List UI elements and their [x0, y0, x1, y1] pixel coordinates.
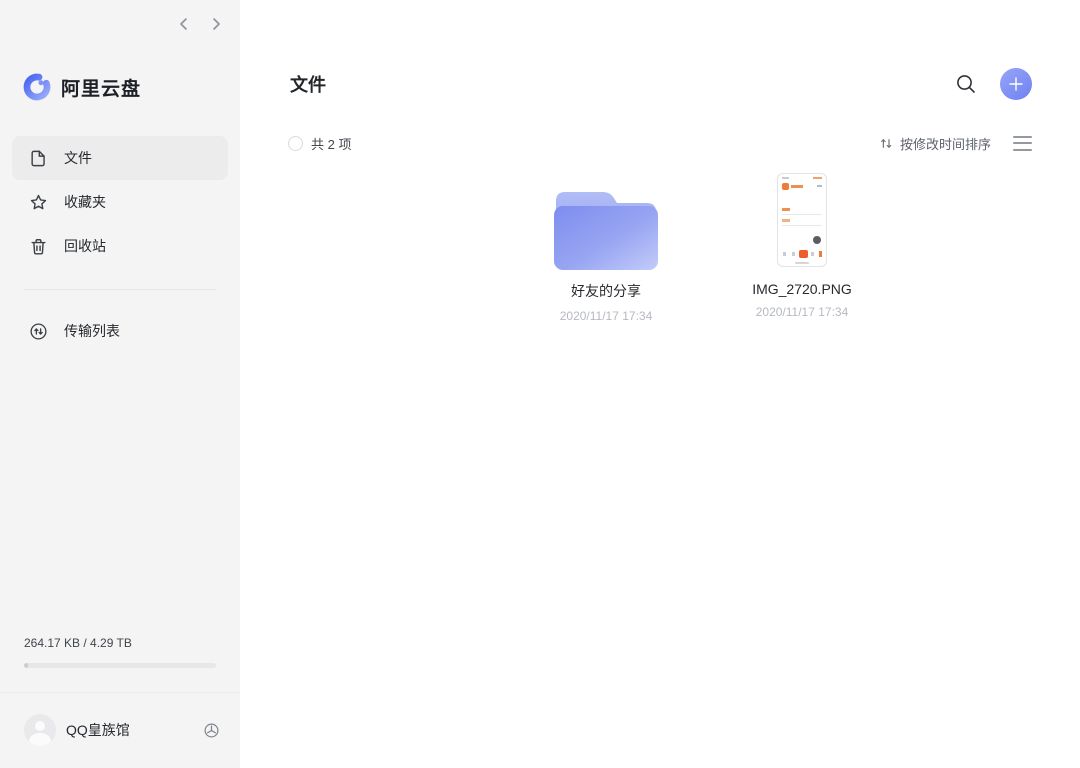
app-logo-icon	[22, 72, 52, 102]
file-icon	[29, 149, 48, 168]
sidebar-item-files[interactable]: 文件	[12, 136, 228, 180]
brand: 阿里云盘	[22, 72, 141, 102]
sidebar-item-label: 文件	[64, 150, 92, 166]
page-title: 文件	[290, 75, 326, 95]
file-date: 2020/11/17 17:34	[559, 309, 653, 323]
file-date: 2020/11/17 17:34	[755, 305, 849, 319]
back-arrow-icon[interactable]	[174, 14, 194, 34]
app-title: 阿里云盘	[61, 78, 142, 100]
sidebar-item-label: 收藏夹	[64, 194, 106, 210]
image-thumbnail	[777, 173, 827, 267]
sidebar: 阿里云盘 文件 收藏夹 回收站 传输列表 264.17 KB / 4.29 TB…	[0, 0, 240, 768]
history-nav	[174, 14, 226, 34]
sidebar-item-favorites[interactable]: 收藏夹	[12, 180, 228, 224]
forward-arrow-icon[interactable]	[206, 14, 226, 34]
sort-arrows-icon	[879, 136, 894, 151]
sidebar-menu: 文件 收藏夹 回收站	[12, 136, 228, 268]
sidebar-item-label: 回收站	[64, 238, 106, 254]
transfer-icon	[29, 322, 48, 341]
sidebar-divider	[24, 289, 216, 290]
select-all-checkbox[interactable]	[288, 135, 303, 151]
folder-icon	[554, 185, 658, 270]
file-name: 好友的分享	[571, 283, 641, 299]
user-divider	[0, 692, 240, 693]
main-panel: 文件 共 2 项 按修改时间排序 好友的分享 2020/11/17 17:34 …	[240, 0, 1080, 768]
sidebar-item-transfer-list[interactable]: 传输列表	[12, 309, 228, 353]
settings-icon[interactable]	[203, 722, 220, 739]
trash-icon	[29, 237, 48, 256]
main-header: 文件	[290, 64, 1032, 104]
search-icon[interactable]	[954, 72, 978, 96]
header-actions	[954, 68, 1032, 100]
sort-label: 按修改时间排序	[899, 136, 991, 152]
storage-usage-text: 264.17 KB / 4.29 TB	[24, 636, 132, 650]
list-view-icon[interactable]	[1013, 135, 1032, 151]
sort-control[interactable]: 按修改时间排序	[879, 134, 991, 153]
file-grid: 好友的分享 2020/11/17 17:34 IMG_2720.PNG 2020…	[508, 170, 900, 323]
file-name: IMG_2720.PNG	[752, 281, 852, 297]
star-icon	[29, 193, 48, 212]
file-toolbar: 共 2 项 按修改时间排序	[288, 132, 1032, 154]
user-account[interactable]: QQ皇族馆	[24, 704, 220, 756]
item-count: 共 2 项	[311, 136, 352, 152]
storage-quota: 264.17 KB / 4.29 TB	[24, 636, 216, 668]
sidebar-item-recycle-bin[interactable]: 回收站	[12, 224, 228, 268]
storage-progress-bar	[24, 663, 216, 668]
file-item-image[interactable]: IMG_2720.PNG 2020/11/17 17:34	[704, 170, 900, 323]
storage-progress-fill	[24, 663, 28, 668]
sidebar-transfer: 传输列表	[12, 309, 228, 353]
plus-icon	[1009, 77, 1023, 91]
sidebar-item-label: 传输列表	[64, 323, 120, 339]
user-name: QQ皇族馆	[66, 722, 130, 738]
avatar	[24, 714, 56, 746]
add-button[interactable]	[1000, 68, 1032, 100]
file-item-folder[interactable]: 好友的分享 2020/11/17 17:34	[508, 170, 704, 323]
